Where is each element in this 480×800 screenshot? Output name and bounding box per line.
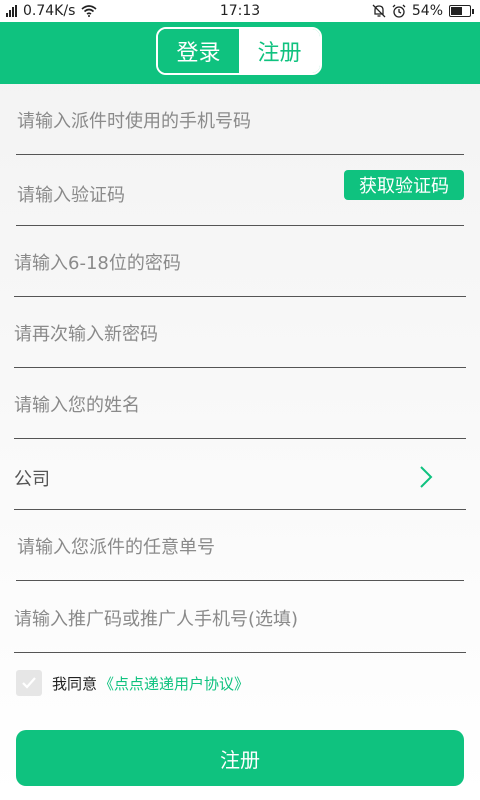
divider: [16, 154, 464, 155]
agreement-text: 我同意: [52, 674, 98, 693]
status-bar: 0.74K/s 17:13 54%: [0, 0, 480, 22]
company-selector[interactable]: 公司: [14, 465, 50, 491]
divider: [16, 580, 464, 581]
divider: [14, 438, 466, 439]
divider: [14, 296, 466, 297]
verification-code-input[interactable]: [17, 182, 337, 208]
phone-input[interactable]: [17, 108, 457, 134]
battery-icon: [449, 5, 474, 17]
divider: [16, 225, 464, 226]
divider: [14, 652, 466, 653]
divider: [14, 509, 466, 510]
user-agreement-link[interactable]: 《点点递递用户协议》: [99, 673, 249, 694]
tracking-number-input[interactable]: [17, 534, 457, 560]
register-button[interactable]: 注册: [16, 730, 464, 786]
agreement-checkbox[interactable]: [16, 670, 42, 696]
mute-bell-icon: [372, 4, 386, 18]
get-code-button[interactable]: 获取验证码: [344, 170, 464, 200]
header-bar: 登录 注册: [0, 22, 480, 84]
referral-input[interactable]: [14, 606, 454, 632]
chevron-right-icon[interactable]: [418, 464, 434, 490]
confirm-password-input[interactable]: [14, 321, 454, 347]
agreement-row: 我同意 《点点递递用户协议》: [16, 670, 249, 696]
battery-percent: 54%: [411, 3, 443, 19]
alarm-icon: [392, 4, 406, 18]
check-icon: [22, 677, 36, 689]
name-input[interactable]: [14, 392, 454, 418]
tab-login[interactable]: 登录: [158, 29, 239, 73]
divider: [14, 367, 466, 368]
tab-register[interactable]: 注册: [239, 29, 320, 73]
login-register-switch: 登录 注册: [156, 27, 322, 75]
password-input[interactable]: [14, 250, 454, 276]
